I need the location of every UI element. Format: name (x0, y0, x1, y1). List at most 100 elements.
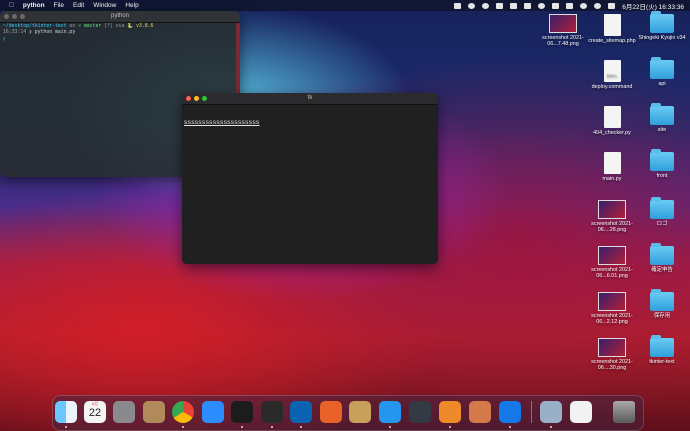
apple-logo-icon[interactable]:  (9, 2, 14, 9)
desktop-wallpaper:  python File Edit Window Help 6月22日(火) … (0, 0, 690, 431)
menu-edit[interactable]: Edit (73, 2, 84, 9)
menu-window[interactable]: Window (93, 2, 116, 9)
running-indicator (65, 426, 67, 428)
menu-app-name[interactable]: python (23, 2, 45, 9)
terminal-titlebar[interactable]: python (0, 11, 240, 23)
tk-content: sssssssssssssssssssss (182, 105, 438, 264)
running-indicator (550, 426, 552, 428)
running-indicator (449, 426, 451, 428)
running-indicator (271, 426, 273, 428)
file-icon (603, 106, 621, 128)
finder-icon[interactable] (55, 401, 77, 423)
prompt-on: on (66, 24, 79, 29)
dock: 6月 22 (52, 395, 644, 431)
contacts-icon[interactable] (143, 401, 165, 423)
desktop-icon-folder[interactable]: front (630, 149, 690, 179)
desktop-icon-folder[interactable]: 保存用 (630, 289, 690, 319)
folder-icon (650, 289, 674, 311)
menu-file[interactable]: File (54, 2, 64, 9)
desktop-icon-folder[interactable]: ロゴ (630, 197, 690, 227)
image-thumbnail-icon (598, 246, 626, 265)
image-thumbnail-icon (549, 14, 577, 33)
prompt-branch: master (83, 24, 102, 29)
file-icon: SHELL (603, 60, 621, 82)
desktop-icon-folder[interactable]: api (630, 57, 690, 87)
folder-icon (650, 149, 674, 171)
zoom-icon[interactable] (202, 401, 224, 423)
tray-circle-icon[interactable] (468, 2, 476, 9)
running-indicator (300, 426, 302, 428)
tk-title: tk (307, 95, 313, 101)
running-indicator (389, 426, 391, 428)
sourcetree-icon[interactable] (439, 401, 461, 423)
activity-chart-icon[interactable] (320, 401, 342, 423)
archive-utility-icon[interactable] (349, 401, 371, 423)
desktop-icon-label: 確定申告 (651, 267, 673, 273)
prompt-python-version: v3.8.6 (136, 24, 154, 29)
file-type-label: SHELL (606, 73, 618, 78)
document-icon[interactable] (570, 401, 592, 423)
trash-icon[interactable] (613, 401, 635, 423)
prompt-time: 16:33:14 (3, 30, 27, 36)
folder-icon (650, 335, 674, 357)
file-icon (603, 152, 621, 174)
folder-icon (650, 103, 674, 125)
wifi-icon[interactable] (580, 2, 588, 9)
search-icon[interactable] (594, 2, 602, 9)
docker-icon[interactable] (379, 401, 401, 423)
desktop-icon-label: 保存用 (653, 313, 671, 319)
desktop-icon-label: front (656, 173, 668, 179)
chrome-icon[interactable] (172, 401, 194, 423)
folder-icon (650, 243, 674, 265)
tray-battery-icon[interactable] (566, 2, 574, 9)
prompt-path: ~/desktop/tkinter-text (3, 24, 67, 29)
tray-sync-icon[interactable] (538, 2, 546, 9)
desktop-icon-folder[interactable]: 確定申告 (630, 243, 690, 273)
running-indicator (509, 426, 511, 428)
file-icon (603, 14, 621, 36)
infinity-icon[interactable] (499, 401, 521, 423)
running-indicator (241, 426, 243, 428)
python-icon: 🐍 (127, 24, 137, 29)
vscode-icon[interactable] (290, 401, 312, 423)
tray-mail-icon[interactable] (524, 2, 532, 9)
terminal-title: python (110, 13, 129, 19)
menu-clock[interactable]: 6月22日(火) 16:33:36 (622, 1, 684, 11)
tray-app-icon[interactable] (454, 2, 462, 9)
calendar-icon[interactable]: 6月 22 (84, 401, 106, 423)
tk-window[interactable]: tk sssssssssssssssssssss (182, 93, 438, 264)
reminders-icon[interactable] (469, 401, 491, 423)
image-thumbnail-icon (598, 200, 626, 219)
tray-status-icon[interactable] (482, 2, 490, 9)
quicktime-icon[interactable] (409, 401, 431, 423)
desktop-icon-label: ロゴ (656, 221, 668, 227)
dock-separator (531, 401, 532, 423)
desktop-icon-label: Shingeki Kyojin v34 (638, 35, 686, 41)
folder-icon (650, 11, 674, 33)
folder-icon (650, 57, 674, 79)
menu-help[interactable]: Help (125, 2, 138, 9)
running-indicator (182, 426, 184, 428)
terminal-icon[interactable] (261, 401, 283, 423)
desktop-icon-folder[interactable]: site (630, 103, 690, 133)
desktop-icon-label: tkinter-text (649, 359, 675, 365)
status-tray: 6月22日(火) 16:33:36 (454, 0, 684, 11)
desktop-icon-label: site (657, 127, 667, 133)
tk-titlebar[interactable]: tk (182, 93, 438, 105)
tk-label: sssssssssssssssssssss (184, 119, 260, 126)
preview-icon[interactable] (540, 401, 562, 423)
tray-cloud-icon[interactable] (510, 2, 518, 9)
prompt-status: [?] via (101, 24, 128, 29)
desktop-icon-folder[interactable]: tkinter-text (630, 335, 690, 365)
tray-p-icon[interactable] (496, 2, 504, 9)
terminal-output[interactable]: ~/desktop/tkinter-text on ⑂ master [?] v… (0, 23, 240, 44)
tray-keyboard-icon[interactable] (552, 2, 560, 9)
terminal-cursor: ▯ (3, 36, 6, 42)
control-center-icon[interactable] (608, 2, 616, 9)
system-preferences-icon[interactable] (113, 401, 135, 423)
menu-bar:  python File Edit Window Help 6月22日(火) … (0, 0, 690, 11)
iterm-icon[interactable] (231, 401, 253, 423)
desktop-icon-folder[interactable]: Shingeki Kyojin v34 (630, 11, 690, 41)
image-thumbnail-icon (598, 338, 626, 357)
prompt-command: ❯ python main.py (26, 30, 76, 36)
